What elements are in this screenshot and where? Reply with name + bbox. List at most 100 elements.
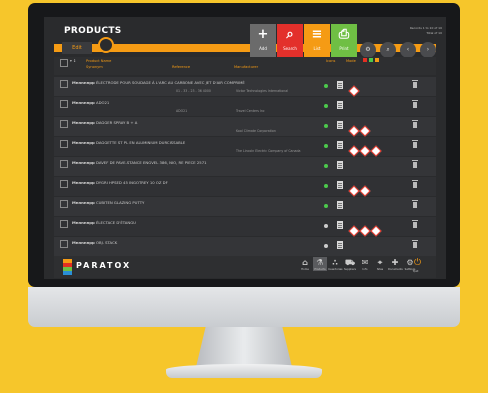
search-icon[interactable]: ⌕Search xyxy=(380,42,396,67)
row-id: Mnnnnnpp xyxy=(72,80,95,85)
document-icon[interactable] xyxy=(337,201,343,209)
inventory-icon: ∴ xyxy=(332,258,338,267)
status-dot-icon xyxy=(324,144,328,148)
trash-icon[interactable] xyxy=(412,240,418,248)
monitor-chin xyxy=(28,287,460,327)
trash-icon[interactable] xyxy=(412,220,418,228)
row-product-name[interactable]: ÉLECTRODE POUR SOUDAGE À L'ARC AU CARBON… xyxy=(96,80,246,85)
select-all-checkbox[interactable] xyxy=(60,59,68,67)
hazard-pictogram-icon xyxy=(348,225,360,237)
trash-icon[interactable] xyxy=(412,100,418,108)
document-icon[interactable] xyxy=(337,141,343,149)
table-row[interactable]: Mnnnnnpp OBJ. STACK xyxy=(54,237,436,257)
row-product-name[interactable]: ÉLECTACE D'ÉTANGU xyxy=(96,220,246,225)
flask-icon: ⚗ xyxy=(316,258,324,267)
row-checkbox[interactable] xyxy=(60,180,68,188)
prev-icon[interactable]: ‹ xyxy=(400,42,416,58)
toolbar-add-button[interactable]: + Add xyxy=(250,24,276,57)
row-checkbox[interactable] xyxy=(60,200,68,208)
row-checkbox[interactable] xyxy=(60,100,68,108)
nav-label: Products xyxy=(314,268,326,271)
monitor-stand-neck xyxy=(196,327,292,367)
mode-swatches[interactable] xyxy=(362,58,380,62)
edit-button[interactable]: Edit xyxy=(62,42,92,54)
row-product-name[interactable]: DAGGER SPRAY B + A xyxy=(96,120,246,125)
pictograms xyxy=(348,180,372,197)
hazard-pictogram-icon xyxy=(359,225,371,237)
row-product-name[interactable]: DYGRI HPSED 45 INGOTREY 10 OZ DF xyxy=(96,180,246,185)
nav-info[interactable]: ✉ Info xyxy=(358,257,372,271)
document-icon[interactable] xyxy=(337,121,343,129)
row-product-name[interactable]: DAVEF DE PAVE-STANCE ENGVEL 386, NIO, RE… xyxy=(96,160,246,165)
table-row[interactable]: Mnnnnnpp DAGGER SPRAY B + A Kool Climate C… xyxy=(54,117,436,137)
nav-label: Quit xyxy=(413,270,419,273)
table-row[interactable]: Mnnnnnpp ADO21 ADO21 Travel Centers Inc xyxy=(54,97,436,117)
mail-icon: ✉ xyxy=(361,258,369,267)
records-total-line: Total of 10 xyxy=(426,31,442,35)
row-checkbox[interactable] xyxy=(60,240,68,248)
filter-product-name[interactable]: Product Name xyxy=(86,59,111,63)
row-checkbox[interactable] xyxy=(60,220,68,228)
nav-home[interactable]: ⌂ Home xyxy=(298,257,312,271)
toolbar-search-button[interactable]: ⌕ Search xyxy=(277,24,303,57)
document-icon[interactable] xyxy=(337,81,343,89)
table-row[interactable]: Mnnnnnpp CUBITEN GLAZING PUTTY xyxy=(54,197,436,217)
filter-mode[interactable]: Mode xyxy=(346,59,356,63)
nav-label: Documents xyxy=(388,268,403,271)
row-product-name[interactable]: CUBITEN GLAZING PUTTY xyxy=(96,200,246,205)
hazard-pictogram-icon xyxy=(370,145,382,157)
nav-label: Inventories xyxy=(328,268,343,271)
row-id: Mnnnnnpp xyxy=(72,220,95,225)
filter-icons[interactable]: Icons xyxy=(326,59,335,63)
nav-products[interactable]: ⚗ Products xyxy=(313,257,327,271)
nav-sites[interactable]: ⌖ Sites xyxy=(373,257,387,271)
paratox-logo xyxy=(63,259,72,275)
row-checkbox[interactable] xyxy=(60,80,68,88)
plus-icon: + xyxy=(257,27,269,42)
hazard-icon[interactable] xyxy=(363,58,367,62)
table-row[interactable]: Mnnnnnpp ÉLECTACE D'ÉTANGU xyxy=(54,217,436,237)
nav-documents[interactable]: ✚ Documents xyxy=(388,257,403,271)
row-checkbox[interactable] xyxy=(60,160,68,168)
table-row[interactable]: Mnnnnnpp DYGRI HPSED 45 INGOTREY 10 OZ DF xyxy=(54,177,436,197)
row-id: Mnnnnnpp xyxy=(72,100,95,105)
nav-inventories[interactable]: ∴ Inventories xyxy=(328,257,343,271)
document-icon[interactable] xyxy=(337,161,343,169)
alert-icon[interactable] xyxy=(375,58,379,62)
row-id: Mnnnnnpp xyxy=(72,160,95,165)
table-row[interactable]: Mnnnnnpp DAGGETTE ST PL EN ALUMINIUM DURC… xyxy=(54,137,436,157)
trash-icon[interactable] xyxy=(412,120,418,128)
sort-icon[interactable]: ▾ ↕ xyxy=(70,59,76,63)
table-row[interactable]: Mnnnnnpp ÉLECTRODE POUR SOUDAGE À L'ARC A… xyxy=(54,77,436,97)
document-icon[interactable] xyxy=(337,241,343,249)
home-icon: ⌂ xyxy=(302,258,308,267)
filter-reference[interactable]: Reference xyxy=(172,65,190,69)
document-icon[interactable] xyxy=(337,101,343,109)
trash-icon[interactable] xyxy=(412,180,418,188)
button-glyph: ‹ xyxy=(406,46,410,53)
toolbar-print-button[interactable]: ⎙ Print xyxy=(331,24,357,57)
filter-synonym[interactable]: Synonym xyxy=(86,65,103,69)
gear-icon[interactable] xyxy=(98,37,114,53)
pictograms xyxy=(348,80,361,97)
nav-suppliers[interactable]: ⛟ Suppliers xyxy=(343,257,357,271)
filter-manufacturer[interactable]: Manufacturer xyxy=(234,65,258,69)
row-product-name[interactable]: OBJ. STACK xyxy=(96,240,246,245)
document-icon[interactable] xyxy=(337,181,343,189)
trash-icon[interactable] xyxy=(412,160,418,168)
row-product-name[interactable]: DAGGETTE ST PL EN ALUMINIUM DURCISSABLE xyxy=(96,140,246,145)
trash-icon[interactable] xyxy=(412,80,418,88)
row-product-name[interactable]: ADO21 xyxy=(96,100,246,105)
trash-icon[interactable] xyxy=(412,140,418,148)
nav-quit[interactable]: ⏻ Quit xyxy=(413,258,421,273)
row-checkbox[interactable] xyxy=(60,120,68,128)
row-checkbox[interactable] xyxy=(60,140,68,148)
document-icon[interactable] xyxy=(337,221,343,229)
table-row[interactable]: Mnnnnnpp DAVEF DE PAVE-STANCE ENGVEL 386,… xyxy=(54,157,436,177)
next-icon[interactable]: › xyxy=(420,42,436,58)
trash-icon[interactable] xyxy=(412,200,418,208)
status-icon[interactable] xyxy=(369,58,373,62)
nav-label: Info xyxy=(362,268,368,271)
settings-icon[interactable]: ⚙Settings xyxy=(360,42,376,67)
toolbar-list-button[interactable]: ≡ List xyxy=(304,24,330,57)
